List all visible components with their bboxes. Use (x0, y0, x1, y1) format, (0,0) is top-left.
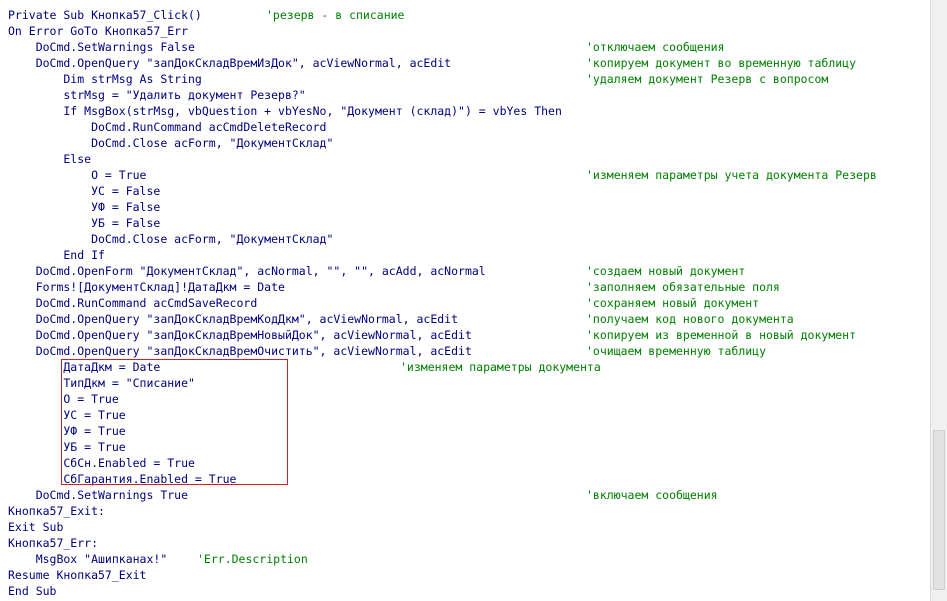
code-text: On Error GoTo Кнопка57_Err (8, 24, 189, 38)
code-text: strMsg = "Удалить документ Резерв?" (8, 88, 306, 102)
code-text: УБ = False (8, 216, 161, 230)
code-text: Forms![ДокументСклад]!ДатаДкм = Date (8, 280, 285, 294)
code-text: MsgBox "Ашипканах!" (8, 552, 168, 566)
code-text: End If (8, 248, 105, 262)
code-text: DoCmd.RunCommand acCmdSaveRecord (8, 296, 258, 310)
code-comment: 'удаляем документ Резерв с вопросом (586, 72, 829, 86)
code-text: DoCmd.OpenQuery "запДокСкладВремКодДкм",… (8, 312, 459, 326)
code-comment: 'Err.Description (197, 552, 308, 566)
code-comment: 'включаем сообщения (586, 488, 718, 502)
code-text: О = True (8, 392, 119, 406)
code-text: DoCmd.Close acForm, "ДокументСклад" (8, 232, 334, 246)
code-comment: 'отключаем сообщения (586, 40, 725, 54)
code-text: DoCmd.Close acForm, "ДокументСклад" (8, 136, 334, 150)
code-text: Dim strMsg As String (8, 72, 202, 86)
code-text: УБ = True (8, 440, 126, 454)
code-text: УФ = False (8, 200, 161, 214)
code-comment: 'получаем код нового документа (586, 312, 794, 326)
code-text: О = True (8, 168, 147, 182)
code-text: DoCmd.OpenQuery "запДокСкладВремОчистить… (8, 344, 472, 358)
code-comment: 'копируем документ во временную таблицу (586, 56, 857, 70)
code-text: УФ = True (8, 424, 126, 438)
code-text: DoCmd.SetWarnings False (8, 40, 195, 54)
code-editor[interactable]: Private Sub Кнопка57_Click() 'резерв - в … (0, 0, 930, 601)
code-comment: 'изменяем параметры учета документа Резе… (586, 168, 877, 182)
code-text: DoCmd.OpenForm "ДокументСклад", acNormal… (8, 264, 486, 278)
code-text: Exit Sub (8, 520, 64, 534)
code-comment: 'сохраняем новый документ (586, 296, 760, 310)
code-text: Private Sub Кнопка57_Click() (8, 8, 202, 22)
code-text: СбГарантия.Enabled = True (8, 472, 237, 486)
code-text: DoCmd.OpenQuery "запДокСкладВремИзДок", … (8, 56, 452, 70)
scrollbar-thumb[interactable] (933, 430, 945, 590)
vertical-scrollbar[interactable] (930, 0, 947, 601)
code-comment: 'копируем из временной в новый документ (586, 328, 857, 342)
code-text: ТипДкм = "Списание" (8, 376, 195, 390)
code-text: DoCmd.RunCommand acCmdDeleteRecord (8, 120, 327, 134)
code-comment: 'изменяем параметры документа (400, 360, 601, 374)
code-text: If MsgBox(strMsg, vbQuestion + vbYesNo, … (8, 104, 562, 118)
code-comment: 'резерв - в списание (266, 8, 405, 22)
code-comment: 'заполняем обязательные поля (586, 280, 780, 294)
code-comment: 'создаем новый документ (586, 264, 746, 278)
code-text: Resume Кнопка57_Exit (8, 568, 147, 582)
code-text: End Sub (8, 584, 57, 598)
code-text: УС = True (8, 408, 126, 422)
code-comment: 'очищаем временную таблицу (586, 344, 767, 358)
code-text: УС = False (8, 184, 161, 198)
code-text: DoCmd.SetWarnings True (8, 488, 189, 502)
code-text: DoCmd.OpenQuery "запДокСкладВремНовыйДок… (8, 328, 472, 342)
code-text: СбСн.Enabled = True (8, 456, 195, 470)
code-text: Кнопка57_Exit: (8, 504, 105, 518)
code-text: Кнопка57_Err: (8, 536, 99, 550)
code-text: Else (8, 152, 92, 166)
code-text: ДатаДкм = Date (8, 360, 161, 374)
